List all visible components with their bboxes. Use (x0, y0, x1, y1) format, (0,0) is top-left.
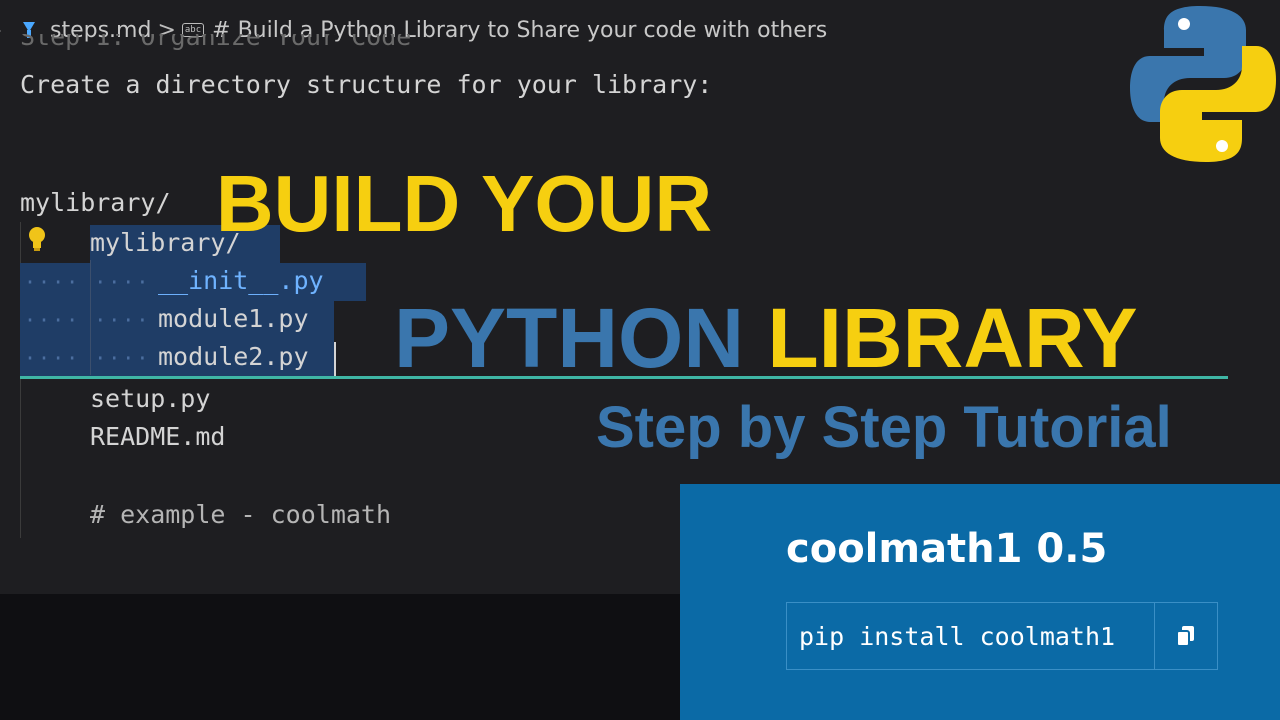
whitespace-dots: ···· ···· (24, 270, 151, 294)
pip-install-box: pip install coolmath1 (786, 602, 1218, 670)
title-library: LIBRARY (767, 291, 1138, 385)
copy-button[interactable] (1154, 603, 1217, 669)
pip-command[interactable]: pip install coolmath1 (787, 622, 1154, 651)
text-cursor (334, 342, 336, 376)
python-logo (1130, 6, 1276, 162)
line-mod2: module2.py (158, 342, 309, 371)
title-python: PYTHON (394, 291, 745, 385)
line-init: __init__.py (158, 266, 324, 295)
line-readme: README.md (90, 422, 226, 451)
copy-icon (1176, 626, 1194, 647)
line-setup: setup.py (90, 384, 211, 413)
whitespace-dots: ···· ···· (24, 308, 151, 332)
line-intro: Create a directory structure for your li… (20, 70, 713, 99)
package-name: coolmath1 0.5 (786, 526, 1108, 572)
ghost-line: Step 1: Organize Your Code (20, 34, 412, 51)
whitespace-dots: ···· ···· (24, 346, 151, 370)
line-comment: # example - coolmath (90, 500, 392, 529)
chevron-left-icon: › (0, 18, 2, 42)
title-python-library: PYTHON LIBRARY (394, 290, 1138, 387)
pypi-card: coolmath1 0.5 pip install coolmath1 (680, 484, 1280, 720)
title-build-your: BUILD YOUR (215, 159, 713, 248)
line-mod1: module1.py (158, 304, 309, 333)
subtitle: Step by Step Tutorial (596, 395, 1172, 460)
